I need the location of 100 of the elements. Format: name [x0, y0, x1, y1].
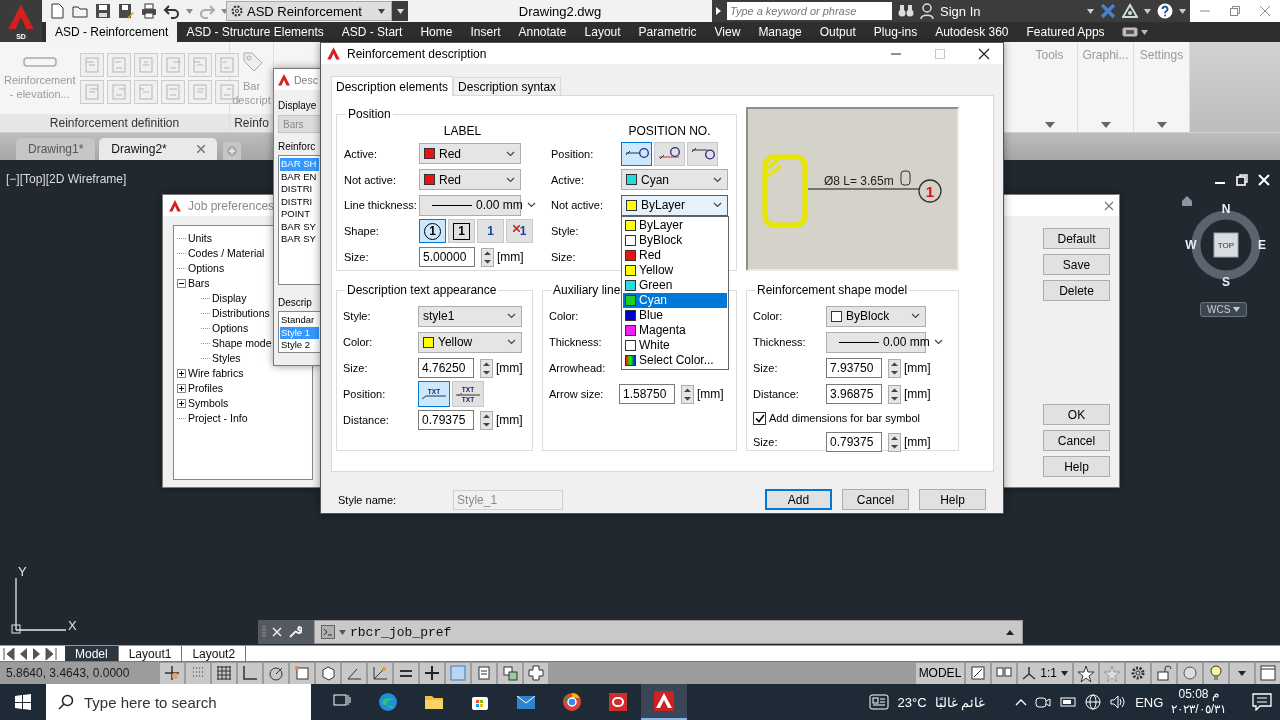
- annotation-scale-button[interactable]: 1:1: [1018, 662, 1072, 684]
- list-item[interactable]: BAR SY: [280, 220, 319, 233]
- shape-option-button[interactable]: 1: [506, 219, 533, 244]
- tree-item[interactable]: Shape mode: [212, 336, 272, 351]
- dialog-button[interactable]: Add: [765, 489, 832, 510]
- number-field[interactable]: 0.79375: [418, 410, 474, 430]
- number-field[interactable]: 3.96875: [826, 384, 882, 404]
- ribbon-tab[interactable]: ASD - Reinforcement: [46, 22, 178, 42]
- dropdown[interactable]: Red: [419, 169, 521, 191]
- news-icon[interactable]: [869, 694, 890, 710]
- speaker-icon[interactable]: [1109, 694, 1128, 710]
- tree-item[interactable]: Bars: [188, 276, 210, 291]
- ribbon-tab[interactable]: Annotate: [509, 22, 576, 42]
- wcs-menu-button[interactable]: WCS: [1200, 302, 1248, 317]
- dialog-button[interactable]: Cancel: [1043, 430, 1110, 451]
- dropdown[interactable]: ByBlock: [826, 305, 926, 327]
- ribbon-tab[interactable]: Featured Apps: [1017, 22, 1114, 42]
- list-item[interactable]: DISTRI: [280, 195, 319, 208]
- save-icon[interactable]: [94, 2, 112, 20]
- color-option[interactable]: Red: [623, 247, 727, 263]
- spinner-icon[interactable]: [481, 247, 494, 267]
- axes-icon[interactable]: [371, 664, 389, 682]
- model-space-button[interactable]: MODEL: [915, 662, 965, 684]
- wrench-icon[interactable]: [288, 625, 302, 639]
- checkbox[interactable]: [753, 411, 766, 425]
- close-icon[interactable]: [978, 47, 990, 60]
- camera-icon[interactable]: [1035, 695, 1052, 709]
- customize-button[interactable]: [392, 1, 408, 21]
- dialog-button[interactable]: Save: [1043, 254, 1110, 275]
- dropdown[interactable]: Cyan: [621, 169, 728, 191]
- right-angle-icon[interactable]: [241, 664, 259, 682]
- tree-item[interactable]: Wire fabrics: [188, 366, 244, 381]
- list-icon[interactable]: [475, 664, 493, 682]
- language-indicator[interactable]: ENG: [1135, 694, 1164, 710]
- search-field[interactable]: Type a keyword or phrase: [727, 2, 892, 20]
- gear-icon[interactable]: [1129, 664, 1147, 682]
- restore-icon[interactable]: [1236, 174, 1248, 186]
- tree-item[interactable]: Options: [212, 321, 249, 336]
- light-bulb-icon[interactable]: [1207, 664, 1225, 682]
- print-icon[interactable]: [140, 2, 158, 20]
- tree-item[interactable]: Display: [212, 291, 247, 306]
- list-item[interactable]: BAR SY: [280, 233, 319, 246]
- sign-in-button[interactable]: Sign In: [940, 3, 981, 19]
- tree-item[interactable]: Symbols: [188, 396, 229, 411]
- tree-item[interactable]: Project - Info: [188, 411, 248, 426]
- ribbon-tab[interactable]: Autodesk 360: [926, 22, 1018, 42]
- ribbon-tab[interactable]: Layout: [575, 22, 630, 42]
- number-field[interactable]: 0.79375: [826, 432, 882, 452]
- dialog-button[interactable]: Cancel: [842, 489, 909, 510]
- star-figure-icon[interactable]: [1077, 664, 1095, 682]
- spinner-icon[interactable]: [480, 410, 493, 430]
- clock[interactable]: 05:08 م ٢٠٢٣/٠٥/٣١: [1171, 687, 1226, 717]
- notification-icon[interactable]: [1252, 693, 1272, 711]
- spinner-icon[interactable]: [888, 358, 901, 378]
- tree-item[interactable]: Styles: [212, 351, 241, 366]
- shape-option-button[interactable]: 1: [419, 219, 446, 244]
- position-option-button[interactable]: [621, 141, 652, 166]
- layers-icon[interactable]: [501, 664, 519, 682]
- workspace-dropdown[interactable]: ASD Reinforcement: [226, 1, 392, 21]
- ribbon-tab[interactable]: ASD - Start: [332, 22, 412, 42]
- polar-icon[interactable]: [267, 664, 285, 682]
- x-logo-icon[interactable]: [1100, 3, 1116, 19]
- color-option[interactable]: Cyan: [623, 292, 727, 308]
- color-option[interactable]: Green: [623, 277, 727, 293]
- dialog-button[interactable]: Help: [919, 489, 986, 510]
- expand-up-icon[interactable]: [1006, 629, 1014, 635]
- paper-space-icon[interactable]: [969, 664, 988, 682]
- list-item[interactable]: POINT: [280, 208, 319, 221]
- dialog-button[interactable]: Delete: [1043, 280, 1110, 301]
- expand-icon[interactable]: [716, 7, 721, 15]
- spinner-icon[interactable]: [888, 384, 901, 404]
- viewport-controls-label[interactable]: [−][Top][2D Wireframe]: [6, 172, 127, 186]
- color-option[interactable]: Blue: [623, 307, 727, 323]
- crosshair-icon[interactable]: [163, 664, 181, 682]
- globe-icon[interactable]: [1085, 694, 1102, 710]
- dialog-button[interactable]: Default: [1043, 228, 1110, 249]
- ribbon-tab[interactable]: Plug-ins: [864, 22, 927, 42]
- position-option-button[interactable]: [687, 141, 718, 166]
- taskbar-app-button[interactable]: [641, 684, 687, 720]
- expander-icon[interactable]: [177, 399, 186, 408]
- star-figure-icon[interactable]: [1103, 664, 1121, 682]
- square-snap-icon[interactable]: [293, 664, 311, 682]
- color-option[interactable]: ByLayer: [623, 217, 727, 233]
- spinner-icon[interactable]: [480, 358, 493, 378]
- dropdown[interactable]: style1: [418, 305, 522, 327]
- tree-item[interactable]: Profiles: [188, 381, 223, 396]
- ribbon-tab[interactable]: Insert: [461, 22, 510, 42]
- plus-icon[interactable]: [423, 664, 441, 682]
- number-field[interactable]: 1.58750: [619, 384, 675, 404]
- spinner-icon[interactable]: [888, 432, 901, 452]
- color-option[interactable]: White: [623, 337, 727, 353]
- home-icon[interactable]: [1182, 196, 1192, 206]
- fullscreen-icon[interactable]: [1259, 664, 1277, 682]
- file-tab[interactable]: Drawing1*: [16, 138, 96, 160]
- triangle-icon[interactable]: [1122, 3, 1138, 19]
- panel-toggle-icon[interactable]: [1121, 27, 1138, 37]
- ribbon-tab[interactable]: Parametric: [629, 22, 706, 42]
- expander-icon[interactable]: [177, 384, 186, 393]
- ribbon-tab[interactable]: ASD - Structure Elements: [177, 22, 333, 42]
- color-option[interactable]: Magenta: [623, 322, 727, 338]
